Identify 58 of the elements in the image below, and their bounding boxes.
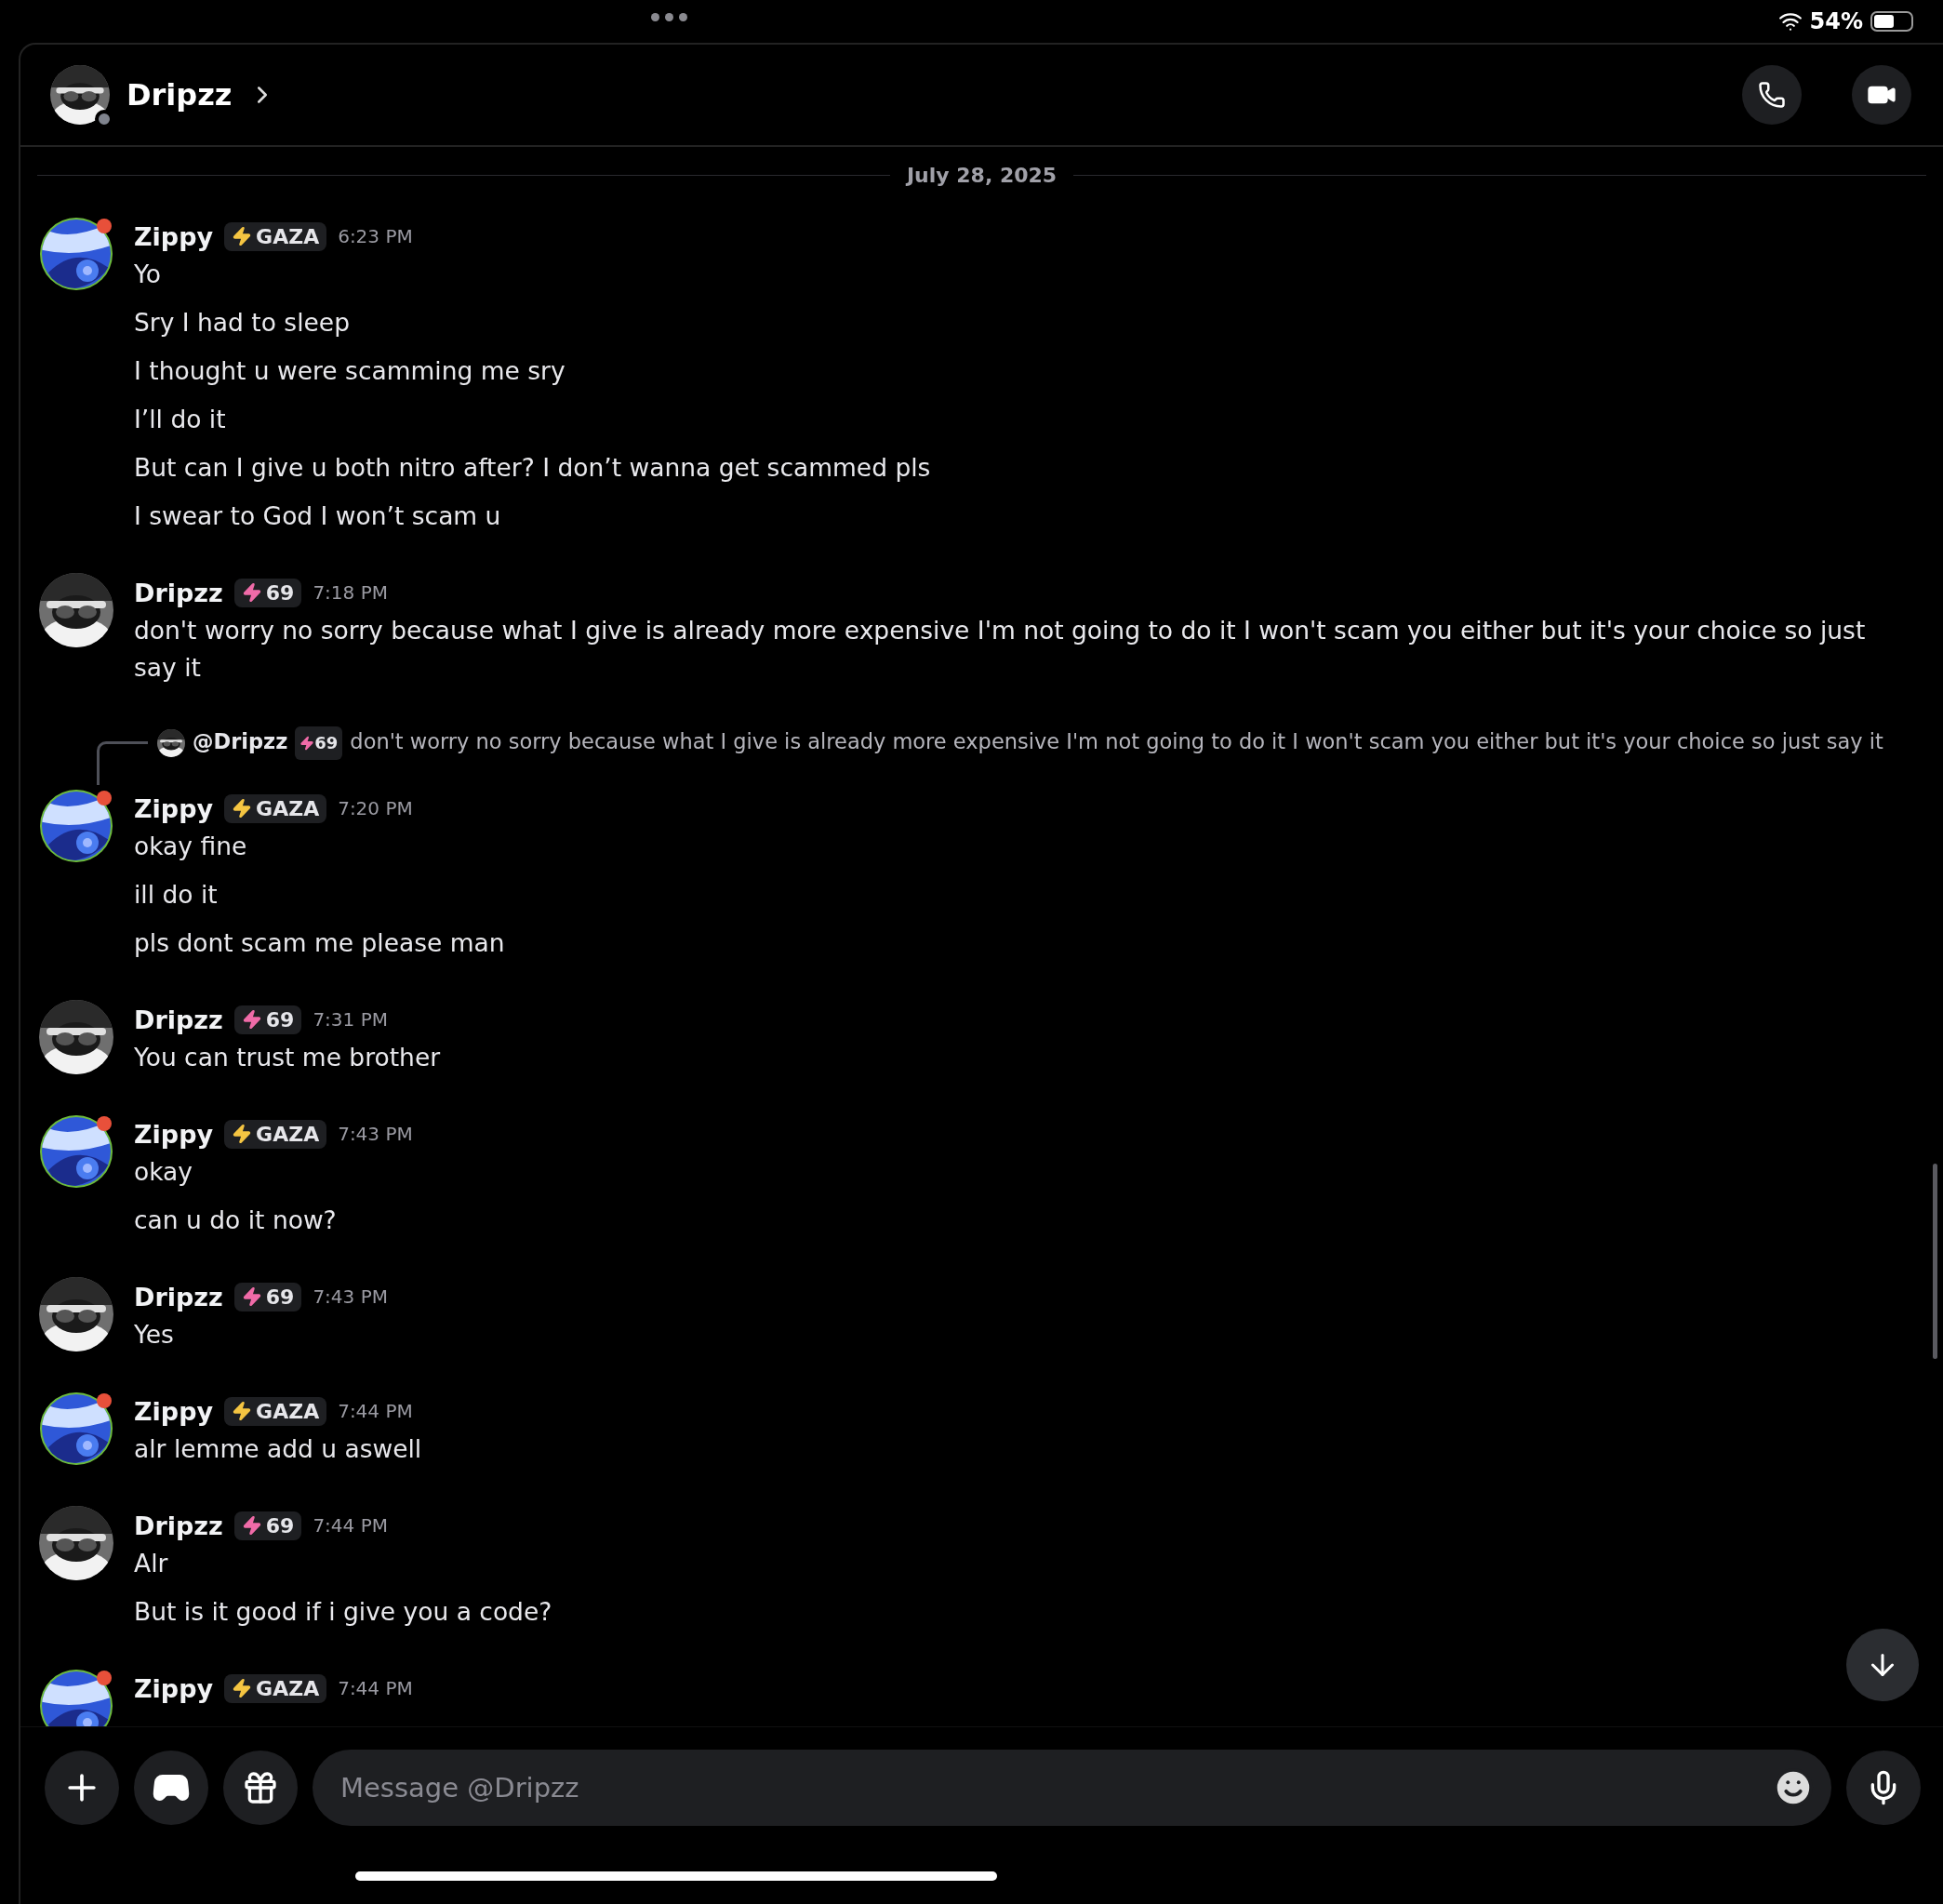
message-input[interactable]: Message @Dripzz xyxy=(339,1771,1772,1804)
battery-percentage: 54% xyxy=(1809,8,1863,34)
message-text: alr lemme add u aswell xyxy=(134,1433,422,1465)
timestamp: 7:20 PM xyxy=(338,797,413,819)
guild-tag[interactable]: GAZA xyxy=(224,221,327,251)
reply-preview[interactable]: don't worry no sorry because what I give is already more expensive I'm not going to do it I won't scam you either but it's your choice so just say it xyxy=(350,729,1883,753)
guild-tag[interactable]: GAZA xyxy=(224,1673,327,1703)
timestamp: 7:43 PM xyxy=(338,1123,413,1145)
message-text: I swear to God I won’t scam u xyxy=(134,500,501,532)
reply-author[interactable]: @Dripzz xyxy=(193,729,288,753)
timestamp: 7:44 PM xyxy=(338,1677,413,1699)
guild-tag[interactable]: GAZA xyxy=(224,1119,327,1149)
more-icon[interactable] xyxy=(651,13,687,21)
message-text: Yes xyxy=(134,1319,174,1351)
guild-tag[interactable]: 69 xyxy=(233,578,302,607)
guild-tag[interactable]: 69 xyxy=(295,726,343,760)
author-name[interactable]: Dripzz xyxy=(134,1005,223,1034)
reply-line xyxy=(97,741,148,785)
author-name[interactable]: Zippy xyxy=(134,1673,214,1703)
message-text: ill do it xyxy=(134,879,218,911)
message-text: I’ll do it xyxy=(134,404,226,435)
message-text: pls dont scam me please man xyxy=(134,927,505,959)
gift-icon xyxy=(242,1769,279,1806)
message-text: Alr xyxy=(134,1548,168,1579)
guild-tag[interactable]: GAZA xyxy=(224,793,327,823)
timestamp: 7:44 PM xyxy=(338,1400,413,1422)
timestamp: 7:31 PM xyxy=(313,1008,388,1031)
author-name[interactable]: Dripzz xyxy=(134,578,223,607)
message-text: Yo xyxy=(134,259,161,290)
guild-tag[interactable]: 69 xyxy=(233,1005,302,1034)
message-text: But can I give u both nitro after? I don’t wanna get scammed pls xyxy=(134,452,931,484)
message-text: okay xyxy=(134,1156,193,1188)
message-text: can u do it now? xyxy=(134,1205,337,1236)
author-name[interactable]: Zippy xyxy=(134,1396,214,1426)
message-text: I thought u were scamming me sry xyxy=(134,355,566,387)
message-text: okay fine xyxy=(134,831,247,862)
guild-tag[interactable]: GAZA xyxy=(224,1396,327,1426)
author-name[interactable]: Zippy xyxy=(134,1119,214,1149)
author-name[interactable]: Zippy xyxy=(134,793,214,823)
message-text: Sry I had to sleep xyxy=(134,307,350,339)
guild-tag[interactable]: 69 xyxy=(233,1282,302,1311)
date-divider: July 28, 2025 xyxy=(906,164,1058,187)
contact-name[interactable]: Dripzz xyxy=(126,77,233,113)
message-text: But is it good if i give you a code? xyxy=(134,1596,552,1628)
author-name[interactable]: Dripzz xyxy=(134,1511,223,1540)
scrollbar[interactable] xyxy=(1933,1164,1937,1359)
phone-icon xyxy=(1758,81,1786,109)
author-name[interactable]: Dripzz xyxy=(134,1282,223,1311)
author-name[interactable]: Zippy xyxy=(134,221,214,251)
timestamp: 7:18 PM xyxy=(313,581,388,604)
message-text: don't worry no sorry because what I give is already more expensive I'm not going to do it I won't scam you either but it's your choice so just say it xyxy=(134,615,1867,684)
timestamp: 6:23 PM xyxy=(338,225,413,247)
battery-icon xyxy=(1870,11,1913,32)
timestamp: 7:44 PM xyxy=(313,1514,388,1537)
timestamp: 7:43 PM xyxy=(313,1285,388,1308)
guild-tag[interactable]: 69 xyxy=(233,1511,302,1540)
message-text: You can trust me brother xyxy=(134,1042,441,1073)
message-field[interactable]: Message @Dripzz xyxy=(313,1750,1831,1826)
